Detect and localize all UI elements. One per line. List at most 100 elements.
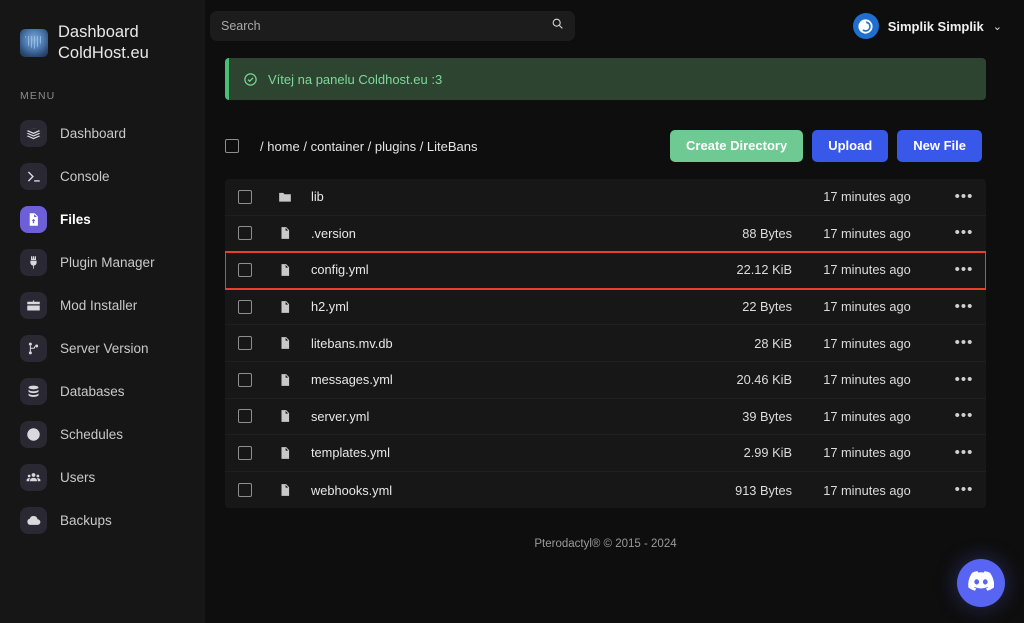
user-menu[interactable]: Simplik Simplik ⌄ [852,13,1002,39]
row-more-menu-icon[interactable]: ••• [942,189,986,204]
sidebar-item-databases[interactable]: Databases [0,370,205,413]
table-row[interactable]: templates.yml 2.99 KiB 17 minutes ago ••… [225,435,986,472]
footer-text: Pterodactyl® © 2015 - 2024 [534,538,677,551]
file-modified: 17 minutes ago [823,408,911,424]
brand-title-line1: Dashboard [58,23,139,41]
search-bar[interactable] [210,11,575,41]
file-size: 2.99 KiB [743,445,792,461]
folder-icon [278,190,294,204]
clock-icon [20,421,47,448]
file-icon [278,483,294,497]
table-row[interactable]: litebans.mv.db 28 KiB 17 minutes ago ••• [225,325,986,362]
sidebar-item-dashboard[interactable]: Dashboard [0,112,205,155]
row-more-menu-icon[interactable]: ••• [942,262,986,277]
table-row[interactable]: lib 17 minutes ago ••• [225,179,986,216]
file-manager-panel: / home / container / plugins / LiteBans … [225,126,986,550]
file-name[interactable]: messages.yml [311,372,393,387]
table-row[interactable]: server.yml 39 Bytes 17 minutes ago ••• [225,399,986,436]
create-directory-button[interactable]: Create Directory [670,130,804,162]
row-more-menu-icon[interactable]: ••• [942,482,986,497]
file-name[interactable]: litebans.mv.db [311,336,393,351]
row-checkbox[interactable] [238,262,252,277]
file-name[interactable]: templates.yml [311,445,390,460]
brand[interactable]: Dashboard ColdHost.eu [0,22,205,64]
file-size: 913 Bytes [735,482,792,498]
sidebar-item-label: Plugin Manager [60,255,155,270]
app-root: Dashboard ColdHost.eu MENU Dashboard Con… [0,0,1024,623]
row-checkbox[interactable] [238,226,252,241]
upload-button[interactable]: Upload [812,130,889,162]
row-more-menu-icon[interactable]: ••• [942,335,986,350]
search-input[interactable] [221,19,551,33]
cloud-icon [20,507,47,534]
file-name[interactable]: server.yml [311,409,369,424]
sidebar-item-plugin-manager[interactable]: Plugin Manager [0,241,205,284]
file-icon [278,263,294,277]
file-name[interactable]: config.yml [311,262,369,277]
file-size: 22.12 KiB [736,262,793,278]
file-icon [278,409,294,423]
table-row[interactable]: webhooks.yml 913 Bytes 17 minutes ago ••… [225,472,986,509]
breadcrumb[interactable]: / home / container / plugins / LiteBans [260,139,478,154]
chevron-down-icon[interactable]: ⌄ [993,20,1002,33]
plug-icon [20,249,47,276]
user-name: Simplik Simplik [887,18,984,34]
database-icon [20,378,47,405]
sidebar-item-users[interactable]: Users [0,456,205,499]
brand-title-line2: ColdHost.eu [58,44,149,62]
row-more-menu-icon[interactable]: ••• [942,299,986,314]
select-all-checkbox[interactable] [225,139,239,153]
row-checkbox[interactable] [238,189,252,204]
file-name[interactable]: .version [311,226,356,241]
file-icon [278,336,294,350]
welcome-banner-text: Vítej na panelu Coldhost.eu :3 [268,71,443,87]
sidebar-item-mod-installer[interactable]: Mod Installer [0,284,205,327]
row-more-menu-icon[interactable]: ••• [942,225,986,240]
sidebar-item-files[interactable]: Files [0,198,205,241]
coldhost-logo-icon [20,29,48,57]
row-checkbox[interactable] [238,372,252,387]
file-name[interactable]: lib [311,189,324,204]
file-modified: 17 minutes ago [823,225,911,241]
sidebar-item-backups[interactable]: Backups [0,499,205,542]
check-circle-icon [243,72,258,87]
row-more-menu-icon[interactable]: ••• [942,408,986,423]
file-modified: 17 minutes ago [823,482,911,498]
file-modified: 17 minutes ago [823,262,911,278]
file-size: 28 KiB [754,335,792,351]
discord-icon [968,570,995,596]
row-more-menu-icon[interactable]: ••• [942,372,986,387]
table-row[interactable]: h2.yml 22 Bytes 17 minutes ago ••• [225,289,986,326]
sidebar-item-label: Schedules [60,427,124,442]
file-modified: 17 minutes ago [823,335,911,351]
box-icon [20,292,47,319]
file-name[interactable]: webhooks.yml [311,483,392,498]
discord-button[interactable] [957,559,1005,607]
sidebar-item-label: Dashboard [60,126,127,141]
row-checkbox[interactable] [238,409,252,424]
sidebar-item-server-version[interactable]: Server Version [0,327,205,370]
sidebar-item-schedules[interactable]: Schedules [0,413,205,456]
file-name[interactable]: h2.yml [311,299,349,314]
sidebar-item-label: Console [60,169,110,184]
file-size: 39 Bytes [742,408,792,424]
menu-section-label: MENU [20,90,56,102]
row-checkbox[interactable] [238,483,252,498]
table-row[interactable]: messages.yml 20.46 KiB 17 minutes ago ••… [225,362,986,399]
topbar: Simplik Simplik ⌄ [205,0,1024,52]
new-file-button[interactable]: New File [897,130,982,162]
search-icon[interactable] [551,17,564,35]
sidebar-item-label: Backups [60,513,112,528]
row-checkbox[interactable] [238,299,252,314]
file-list: lib 17 minutes ago ••• .version 88 Bytes… [225,179,986,509]
file-modified: 17 minutes ago [823,372,911,388]
table-row[interactable]: config.yml 22.12 KiB 17 minutes ago ••• [225,251,986,290]
file-size: 20.46 KiB [736,372,793,388]
row-more-menu-icon[interactable]: ••• [942,445,986,460]
table-row[interactable]: .version 88 Bytes 17 minutes ago ••• [225,216,986,253]
row-checkbox[interactable] [238,336,252,351]
row-checkbox[interactable] [238,445,252,460]
sidebar-item-console[interactable]: Console [0,155,205,198]
sidebar-item-label: Users [60,470,96,485]
sidebar-item-label: Files [60,212,91,227]
